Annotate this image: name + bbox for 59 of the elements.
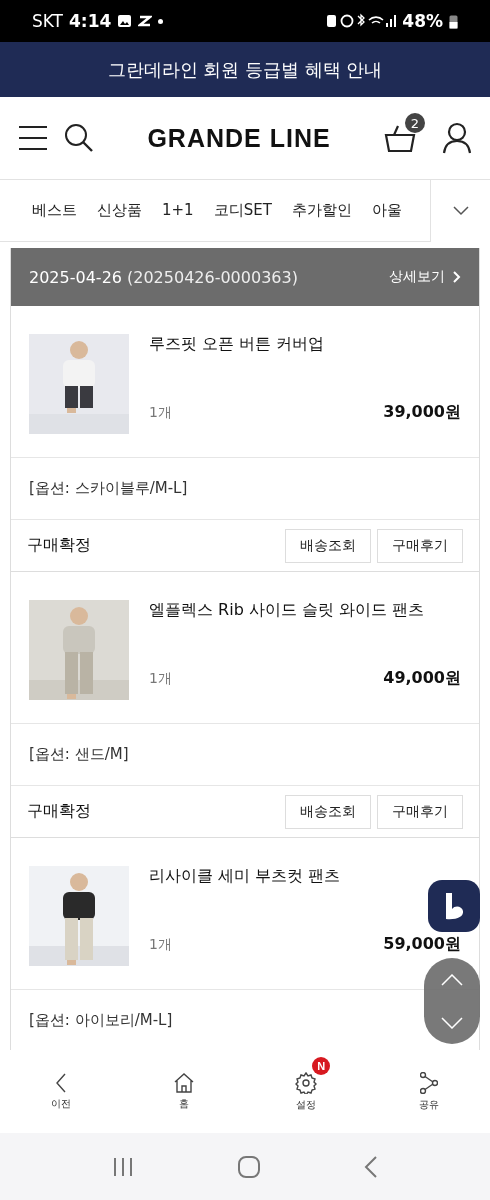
chevron-up-icon[interactable]	[441, 973, 463, 986]
cart-count-badge: 2	[405, 113, 425, 133]
category-tab[interactable]: 1+1	[162, 201, 194, 220]
product-name[interactable]: 루즈핏 오픈 버튼 커버업	[149, 334, 325, 355]
chevron-right-icon	[453, 271, 461, 283]
recent-apps-icon[interactable]	[112, 1156, 134, 1177]
quantity: 1개	[149, 403, 173, 422]
review-button[interactable]: 구매후기	[377, 528, 463, 563]
category-tab[interactable]: 추가할인	[291, 201, 352, 220]
option-text: [옵션: 스카이블루/M-L]	[29, 479, 188, 498]
chat-logo-button[interactable]	[428, 880, 480, 932]
logo-icon	[443, 891, 465, 921]
signal-icon	[386, 15, 397, 27]
battery-icon	[449, 13, 458, 29]
battery-saver-icon	[327, 15, 337, 27]
clock: 4:14	[69, 11, 112, 31]
order-status: 구매확정	[27, 535, 92, 556]
home-icon	[172, 1072, 195, 1093]
search-icon[interactable]	[64, 123, 94, 153]
alarm-icon	[340, 14, 354, 28]
logo[interactable]: GRANDE LINE	[94, 123, 384, 153]
wifi-icon	[368, 16, 385, 24]
menu-icon[interactable]	[18, 125, 48, 151]
order-number: (20250426-0000363)	[127, 267, 299, 287]
review-button[interactable]: 구매후기	[377, 794, 463, 829]
scroll-buttons[interactable]	[424, 958, 480, 1044]
back-icon	[55, 1072, 67, 1093]
gallery-icon	[117, 14, 133, 28]
option-text: [옵션: 아이보리/M-L]	[29, 1011, 173, 1030]
home-button-icon[interactable]	[238, 1155, 260, 1178]
app-icon	[138, 14, 153, 28]
price: 49,000원	[383, 668, 461, 689]
order-status: 구매확정	[27, 801, 92, 822]
settings-icon	[295, 1071, 318, 1094]
category-tab[interactable]: 신상품	[97, 201, 142, 220]
category-tab[interactable]: 베스트	[32, 201, 77, 220]
track-delivery-button[interactable]: 배송조회	[285, 794, 371, 829]
category-tab[interactable]: 코디SET	[213, 201, 272, 220]
back-icon[interactable]	[364, 1155, 378, 1178]
category-tab[interactable]: 아울	[371, 201, 402, 220]
bluetooth-icon	[357, 13, 366, 27]
dot-icon	[158, 18, 164, 24]
chevron-down-icon[interactable]	[441, 1016, 463, 1029]
product-name[interactable]: 리사이클 세미 부츠컷 팬츠	[149, 866, 341, 887]
carrier: SKT	[32, 11, 63, 31]
quantity: 1개	[149, 935, 173, 954]
battery-percent: 48%	[402, 11, 443, 31]
user-icon[interactable]	[442, 122, 472, 154]
option-text: [옵션: 샌드/M]	[29, 745, 129, 764]
share-icon	[419, 1071, 438, 1094]
quantity: 1개	[149, 669, 173, 688]
price: 59,000원	[383, 934, 461, 955]
order-date: 2025-04-26	[29, 267, 122, 287]
new-badge: N	[312, 1057, 331, 1075]
track-delivery-button[interactable]: 배송조회	[285, 528, 371, 563]
product-name[interactable]: 엘플렉스 Rib 사이드 슬릿 와이드 팬츠	[149, 600, 425, 621]
detail-link[interactable]: 상세보기	[389, 268, 461, 286]
chevron-down-icon	[452, 205, 469, 216]
price: 39,000원	[383, 402, 461, 423]
